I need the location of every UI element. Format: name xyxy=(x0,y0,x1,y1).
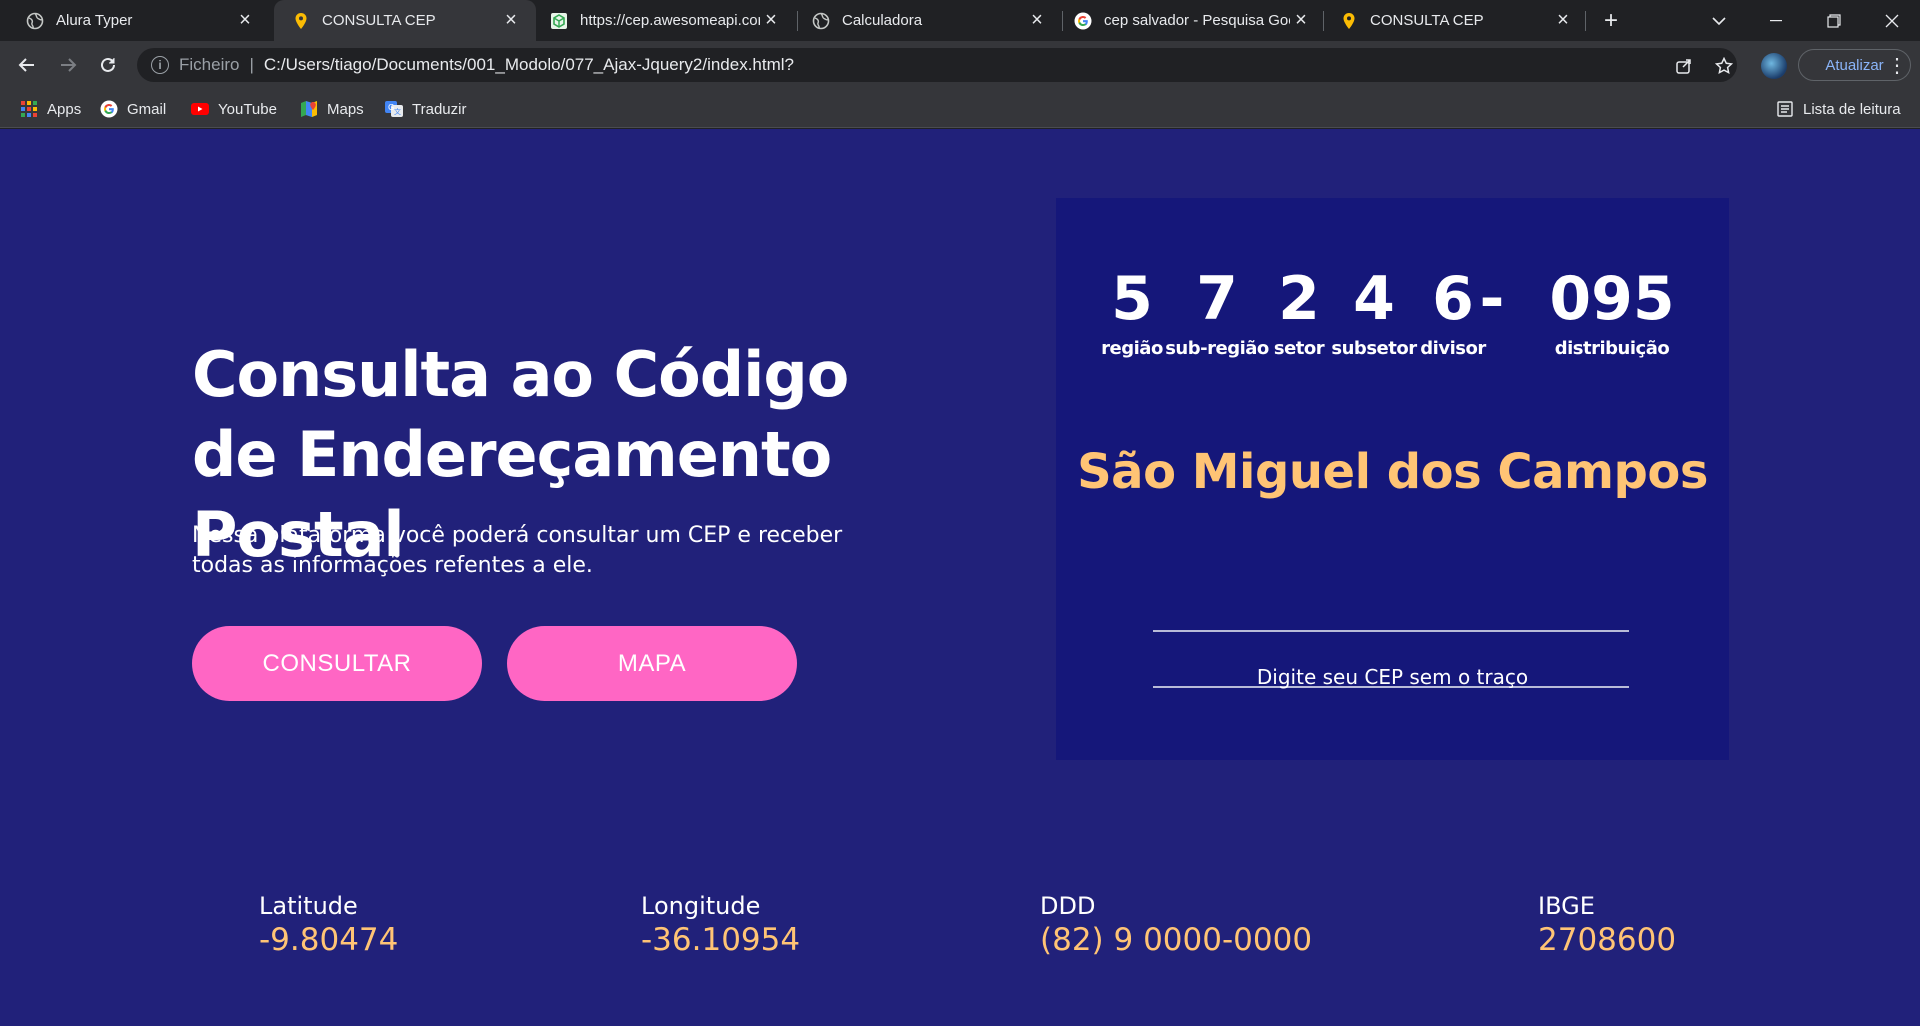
cep-digit-setor: 2 xyxy=(1278,264,1320,334)
close-icon[interactable]: × xyxy=(1552,9,1574,32)
browser-toolbar: i Ficheiro | C:/Users/tiago/Documents/00… xyxy=(0,41,1920,89)
cep-label-divisor: divisor xyxy=(1420,338,1486,359)
map-button[interactable]: MAPA xyxy=(507,626,797,701)
address-url[interactable]: C:/Users/tiago/Documents/001_Modolo/077_… xyxy=(264,55,794,75)
tab-strip: Alura Typer × CONSULTA CEP × https://cep… xyxy=(0,0,1920,41)
latitude-value: -9.80474 xyxy=(259,922,399,958)
restore-icon xyxy=(1827,13,1841,28)
google-icon xyxy=(100,100,118,118)
cep-dash: - xyxy=(1479,264,1505,334)
close-icon[interactable]: × xyxy=(500,9,522,32)
tab-awesomeapi[interactable]: https://cep.awesomeapi.con × xyxy=(540,0,796,41)
youtube-icon xyxy=(191,100,209,118)
address-bar[interactable]: i Ficheiro | C:/Users/tiago/Documents/00… xyxy=(137,48,1737,82)
share-icon[interactable] xyxy=(1674,56,1694,76)
bookmark-traduzir[interactable]: G文 Traduzir xyxy=(385,98,466,120)
cep-label-distribuicao: distribuição xyxy=(1554,338,1670,359)
close-icon[interactable]: × xyxy=(1290,9,1312,32)
longitude-value: -36.10954 xyxy=(641,922,801,958)
back-button[interactable] xyxy=(12,50,42,80)
bookmark-gmail[interactable]: Gmail xyxy=(100,98,166,120)
cep-result-field[interactable] xyxy=(1153,592,1629,632)
profile-avatar[interactable] xyxy=(1761,53,1787,79)
forward-button[interactable] xyxy=(53,50,83,80)
api-cube-icon xyxy=(550,12,568,30)
window-close-button[interactable] xyxy=(1867,0,1917,41)
cep-digit-subsetor: 4 xyxy=(1353,264,1395,334)
latitude-label: Latitude xyxy=(259,892,358,920)
reading-list-button[interactable]: Lista de leitura xyxy=(1776,98,1901,120)
bookmark-youtube[interactable]: YouTube xyxy=(191,98,277,120)
arrow-left-icon xyxy=(18,58,34,72)
close-icon[interactable]: × xyxy=(1026,9,1048,32)
bookmark-label: Apps xyxy=(47,100,82,118)
cep-digit-regiao: 5 xyxy=(1111,264,1153,334)
translate-icon: G文 xyxy=(385,100,403,118)
reading-list-label: Lista de leitura xyxy=(1803,100,1901,118)
close-icon[interactable]: × xyxy=(760,9,782,32)
tab-consulta-cep-active[interactable]: CONSULTA CEP × xyxy=(274,0,536,41)
close-icon[interactable]: × xyxy=(234,9,256,32)
page-subtitle: Nessa plataforma você poderá consultar u… xyxy=(192,523,843,578)
bookmark-label: YouTube xyxy=(218,100,277,118)
svg-text:文: 文 xyxy=(394,107,401,116)
info-icon[interactable]: i xyxy=(151,56,169,74)
tab-title: https://cep.awesomeapi.con xyxy=(580,12,760,29)
bookmark-label: Traduzir xyxy=(412,100,467,118)
bookmarks-bar: Apps Gmail YouTube Maps G文 Traduzir List… xyxy=(0,89,1920,128)
apps-grid-icon xyxy=(20,100,38,118)
city-name: São Miguel dos Campos xyxy=(1077,444,1708,500)
address-scheme: Ficheiro xyxy=(179,55,240,74)
tab-separator xyxy=(797,11,798,31)
menu-kebab-icon[interactable]: ⋮ xyxy=(1884,51,1910,79)
arrow-right-icon xyxy=(61,58,77,72)
star-icon[interactable] xyxy=(1714,56,1734,76)
cep-digit-sub-regiao: 7 xyxy=(1196,264,1238,334)
tab-title: Calculadora xyxy=(842,12,923,29)
map-pin-icon xyxy=(1340,12,1358,30)
tab-title: Alura Typer xyxy=(56,12,133,29)
ibge-label: IBGE xyxy=(1538,892,1595,920)
minimize-button[interactable] xyxy=(1751,0,1801,41)
tab-title: CONSULTA CEP xyxy=(322,12,436,29)
minimize-icon xyxy=(1770,19,1782,21)
reload-icon xyxy=(101,57,115,72)
tab-separator xyxy=(1585,11,1586,31)
tab-consulta-cep[interactable]: CONSULTA CEP × xyxy=(1326,0,1588,41)
ddd-label: DDD xyxy=(1040,892,1096,920)
tab-calculadora[interactable]: Calculadora × xyxy=(800,0,1062,41)
ibge-value: 2708600 xyxy=(1538,922,1677,958)
cep-input-hint: Digite seu CEP sem o traço xyxy=(1256,665,1529,689)
cep-digit-distribuicao: 095 xyxy=(1549,264,1675,334)
bookmark-label: Gmail xyxy=(127,100,167,118)
globe-icon xyxy=(812,12,830,30)
ddd-value: (82) 9 0000-0000 xyxy=(1040,922,1313,958)
consult-button[interactable]: CONSULTAR xyxy=(192,626,482,701)
reading-list-icon xyxy=(1776,100,1794,118)
tab-google-search[interactable]: cep salvador - Pesquisa Goo × xyxy=(1064,0,1326,41)
reload-button[interactable] xyxy=(93,50,123,80)
tab-separator xyxy=(1323,11,1324,31)
tab-search-button[interactable] xyxy=(1694,0,1744,41)
page-content: Consulta ao Código de Endereçamento Post… xyxy=(0,129,1920,1026)
tab-title: CONSULTA CEP xyxy=(1370,12,1484,29)
tab-separator xyxy=(1062,11,1063,31)
cep-panel: 5 7 2 4 6 - 095 região sub-região setor … xyxy=(1056,198,1729,760)
bookmark-apps[interactable]: Apps xyxy=(20,98,81,120)
google-icon xyxy=(1074,12,1092,30)
new-tab-button[interactable]: + xyxy=(1597,7,1625,35)
tab-title: cep salvador - Pesquisa Goo xyxy=(1104,12,1290,29)
restore-button[interactable] xyxy=(1809,0,1859,41)
longitude-label: Longitude xyxy=(641,892,761,920)
address-divider: | xyxy=(249,55,254,74)
map-pin-icon xyxy=(292,12,310,30)
bookmark-maps[interactable]: Maps xyxy=(300,98,364,120)
bookmark-label: Maps xyxy=(327,100,364,118)
tab-alura-typer[interactable]: Alura Typer × xyxy=(0,0,270,41)
chevron-down-icon xyxy=(1712,16,1726,25)
maps-icon xyxy=(300,100,318,118)
globe-icon xyxy=(26,12,44,30)
close-icon xyxy=(1885,14,1899,27)
